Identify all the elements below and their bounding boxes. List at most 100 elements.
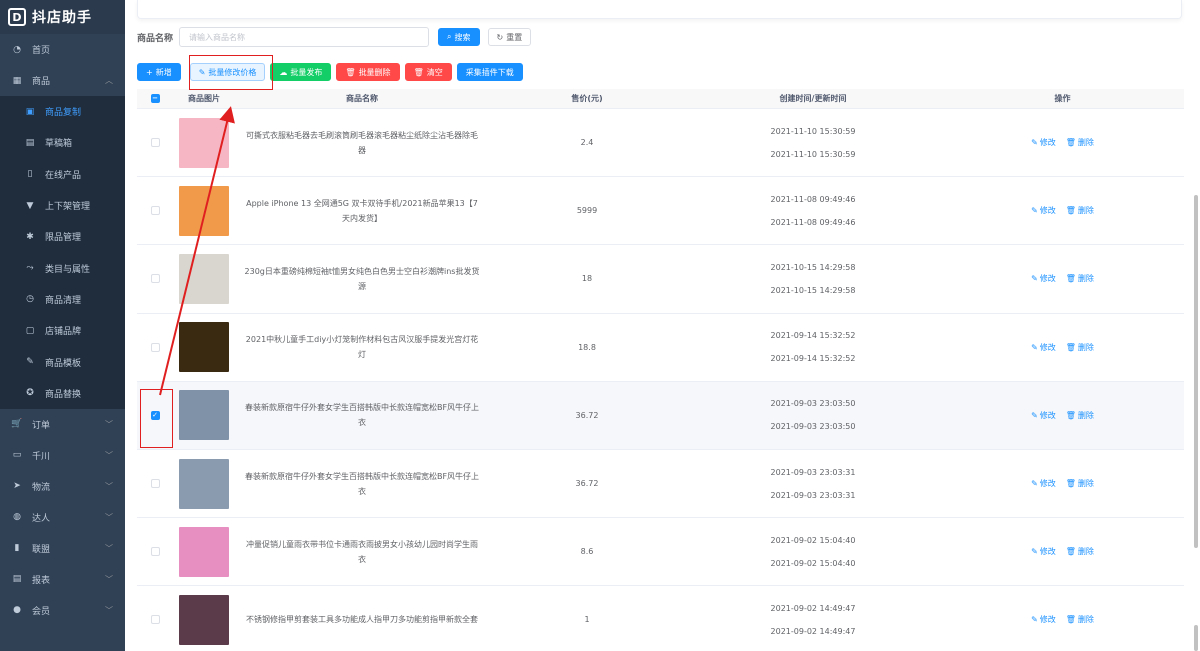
add-button[interactable]: + 新增 xyxy=(137,63,181,81)
delete-link[interactable]: 🗑 删除 xyxy=(1066,205,1094,216)
product-name: 不锈钢修指甲剪套装工具多功能成人指甲刀多功能剪指甲新款全套 xyxy=(246,615,478,625)
updated-time: 2021-09-03 23:03:50 xyxy=(770,422,856,432)
delete-link[interactable]: 🗑 删除 xyxy=(1066,410,1094,421)
delete-label: 删除 xyxy=(1077,342,1094,352)
edit-link[interactable]: ✎ 修改 xyxy=(1031,342,1056,353)
batch-delete-button[interactable]: 🗑 批量删除 xyxy=(336,63,400,81)
cloud-icon: ☁ xyxy=(279,67,288,77)
delete-link[interactable]: 🗑 删除 xyxy=(1066,137,1094,148)
sidebar-item-4[interactable]: ➤ 物流 ﹀ xyxy=(0,470,125,502)
table-body: 可撕式衣服粘毛器去毛刷滚筒刷毛器滚毛器粘尘纸除尘沾毛器除毛器 2.4 2021-11… xyxy=(137,109,1184,651)
edit-link[interactable]: ✎ 修改 xyxy=(1031,137,1056,148)
sidebar-subitem-2[interactable]: ▯ 在线产品 xyxy=(0,159,125,190)
sidebar-subitem-5[interactable]: ⤳ 类目与属性 xyxy=(0,252,125,283)
search-button[interactable]: ⌕ 搜索 xyxy=(438,28,480,46)
row-checkbox[interactable] xyxy=(150,206,160,216)
edit-link[interactable]: ✎ 修改 xyxy=(1031,546,1056,557)
download-plugin-button[interactable]: 采集插件下载 xyxy=(456,63,523,81)
delete-link[interactable]: 🗑 删除 xyxy=(1066,546,1094,557)
created-time: 2021-10-15 14:29:58 xyxy=(770,262,856,272)
edit-label: 修改 xyxy=(1039,410,1056,420)
product-name: 春装新款原宿牛仔外套女学生百搭韩版中长款连帽宽松BF风牛仔上衣 xyxy=(244,471,480,496)
row-checkbox[interactable] xyxy=(150,274,160,284)
edit-icon: ✎ xyxy=(26,357,34,368)
header-time: 创建时间/更新时间 xyxy=(779,94,847,103)
row-actions: ✎ 修改 🗑 删除 xyxy=(941,478,1184,489)
table-header: − 商品图片 商品名称 售价(元) 创建时间/更新时间 操作 xyxy=(137,89,1184,109)
trash-icon: 🗑 xyxy=(1065,479,1076,489)
sidebar-item-2[interactable]: 🛒 订单 ﹀ xyxy=(0,408,125,440)
search-bar: 商品名称 请输入商品名称 ⌕ 搜索 ↻ 重置 xyxy=(137,27,532,47)
row-checkbox[interactable] xyxy=(150,479,160,489)
header-ops: 操作 xyxy=(1054,94,1071,103)
sidebar-item-1[interactable]: ▦ 商品 ︿ xyxy=(0,65,125,96)
sidebar-item-3[interactable]: ▭ 千川 ﹀ xyxy=(0,439,125,471)
sidebar-subitem-0[interactable]: ▣ 商品复制 xyxy=(0,96,125,127)
edit-icon: ✎ xyxy=(1031,274,1038,284)
created-time: 2021-09-14 15:32:52 xyxy=(770,331,856,341)
select-all-checkbox[interactable]: − xyxy=(150,94,160,103)
row-checkbox[interactable] xyxy=(150,615,160,625)
header-price: 售价(元) xyxy=(571,94,603,103)
share-icon: ⤳ xyxy=(26,263,34,274)
edit-link[interactable]: ✎ 修改 xyxy=(1031,478,1056,489)
delete-link[interactable]: 🗑 删除 xyxy=(1066,273,1094,284)
sidebar-subitem-9[interactable]: ✪ 商品替换 xyxy=(0,378,125,409)
edit-link[interactable]: ✎ 修改 xyxy=(1031,205,1056,216)
delete-label: 删除 xyxy=(1077,206,1094,216)
sidebar-subitem-7[interactable]: ▢ 店铺品牌 xyxy=(0,315,125,346)
product-name: 春装新款原宿牛仔外套女学生百搭韩版中长款连帽宽松BF风牛仔上衣 xyxy=(244,403,480,428)
row-checkbox[interactable] xyxy=(150,547,160,557)
draft-icon: ▤ xyxy=(25,137,35,148)
edit-icon: ✎ xyxy=(1031,547,1038,557)
batch-delete-label: 批量删除 xyxy=(358,67,391,77)
updated-time: 2021-11-10 15:30:59 xyxy=(770,149,856,159)
clock-icon: ◷ xyxy=(26,294,34,305)
sidebar-subitem-4[interactable]: ✱ 限品管理 xyxy=(0,221,125,252)
sidebar-item-8[interactable]: ● 会员 ﹀ xyxy=(0,594,125,626)
search-icon: ⌕ xyxy=(447,32,452,41)
product-thumbnail xyxy=(179,458,229,509)
delete-link[interactable]: 🗑 删除 xyxy=(1066,614,1094,625)
sidebar-subitem-6[interactable]: ◷ 商品清理 xyxy=(0,284,125,315)
edit-link[interactable]: ✎ 修改 xyxy=(1031,410,1056,421)
table-row: 可撕式衣服粘毛器去毛刷滚筒刷毛器滚毛器粘尘纸除尘沾毛器除毛器 2.4 2021-11… xyxy=(137,109,1184,178)
refresh-icon: ✪ xyxy=(26,388,34,399)
sidebar-item-label: 首页 xyxy=(32,46,51,56)
sidebar-subitem-8[interactable]: ✎ 商品模板 xyxy=(0,346,125,377)
sidebar-item-label: 会员 xyxy=(32,606,51,617)
sidebar-subitem-1[interactable]: ▤ 草稿箱 xyxy=(0,127,125,158)
monitor-icon: ▭ xyxy=(12,450,22,461)
scrollbar-thumb[interactable] xyxy=(1194,195,1198,548)
product-price: 36.72 xyxy=(575,410,599,420)
row-checkbox[interactable] xyxy=(150,342,160,352)
created-time: 2021-09-03 23:03:50 xyxy=(770,399,856,409)
product-price: 18 xyxy=(581,274,593,284)
batch-publish-button[interactable]: ☁ 批量发布 xyxy=(270,63,332,81)
clear-button[interactable]: 🗑 清空 xyxy=(404,63,452,81)
product-thumbnail xyxy=(179,322,229,373)
cart-icon: 🛒 xyxy=(11,419,23,430)
sidebar-subitem-label: 类目与属性 xyxy=(45,264,91,275)
sidebar-subitem-label: 草稿箱 xyxy=(45,139,73,150)
sidebar-item-label: 联盟 xyxy=(32,544,51,555)
sidebar-item-5[interactable]: ◍ 达人 ﹀ xyxy=(0,501,125,533)
header-image: 商品图片 xyxy=(188,94,220,103)
trash-icon: 🗑 xyxy=(1065,138,1076,148)
row-checkbox[interactable] xyxy=(150,138,160,148)
sidebar-subitem-label: 商品清理 xyxy=(45,295,82,306)
scrollbar-thumb-lower[interactable] xyxy=(1194,625,1198,651)
sidebar-subitem-3[interactable]: ▼ 上下架管理 xyxy=(0,190,125,221)
search-input[interactable]: 请输入商品名称 xyxy=(179,27,430,47)
globe-icon: ◍ xyxy=(13,512,21,523)
dashboard-icon: ◔ xyxy=(13,44,21,55)
edit-link[interactable]: ✎ 修改 xyxy=(1031,273,1056,284)
sidebar-item-0[interactable]: ◔ 首页 xyxy=(0,34,125,65)
delete-link[interactable]: 🗑 删除 xyxy=(1066,342,1094,353)
reset-button[interactable]: ↻ 重置 xyxy=(487,28,532,46)
sidebar-item-7[interactable]: ▤ 报表 ﹀ xyxy=(0,563,125,595)
edit-link[interactable]: ✎ 修改 xyxy=(1031,614,1056,625)
delete-link[interactable]: 🗑 删除 xyxy=(1066,478,1094,489)
annotation-box-batch-edit xyxy=(189,55,273,90)
sidebar-item-6[interactable]: ▮ 联盟 ﹀ xyxy=(0,532,125,564)
